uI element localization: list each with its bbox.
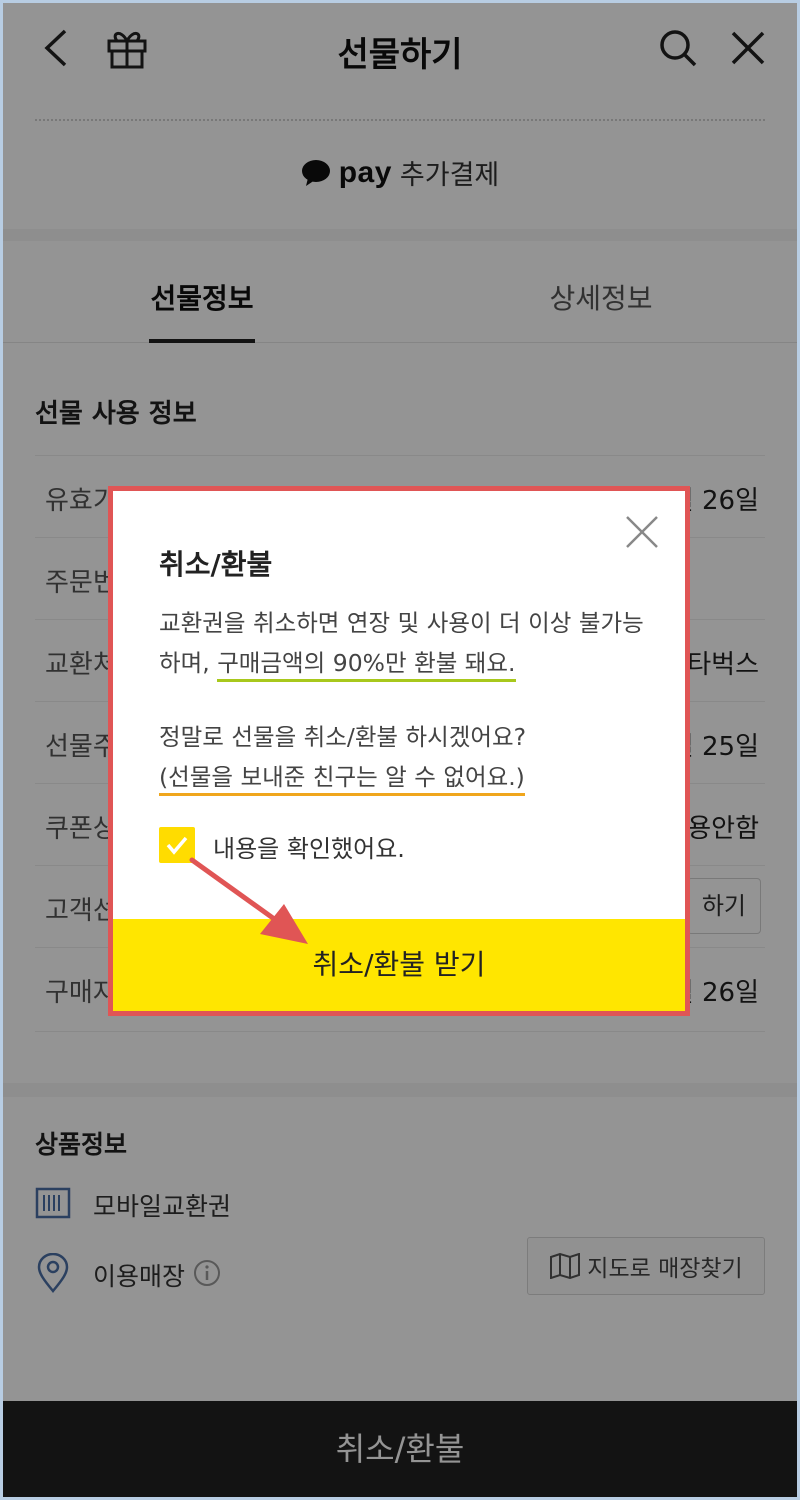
dialog-question: 정말로 선물을 취소/환불 하시겠어요? (159, 723, 527, 751)
dialog-title: 취소/환불 (159, 548, 273, 581)
dialog-text-prefix: 하며, (159, 649, 218, 677)
annotation-arrow-icon (189, 857, 308, 944)
dialog-text-line: (선물을 보내준 친구는 알 수 없어요.) (159, 757, 525, 797)
dialog-text-line: 교환권을 취소하면 연장 및 사용이 더 이상 불가능 (159, 609, 644, 637)
close-icon[interactable] (623, 513, 661, 551)
dialog-text-line: 하며, 구매금액의 90%만 환불 돼요. (159, 643, 516, 683)
friend-not-notified-notice: (선물을 보내준 친구는 알 수 없어요.) (159, 763, 525, 796)
refund-percent-notice: 구매금액의 90%만 환불 돼요. (217, 649, 516, 682)
